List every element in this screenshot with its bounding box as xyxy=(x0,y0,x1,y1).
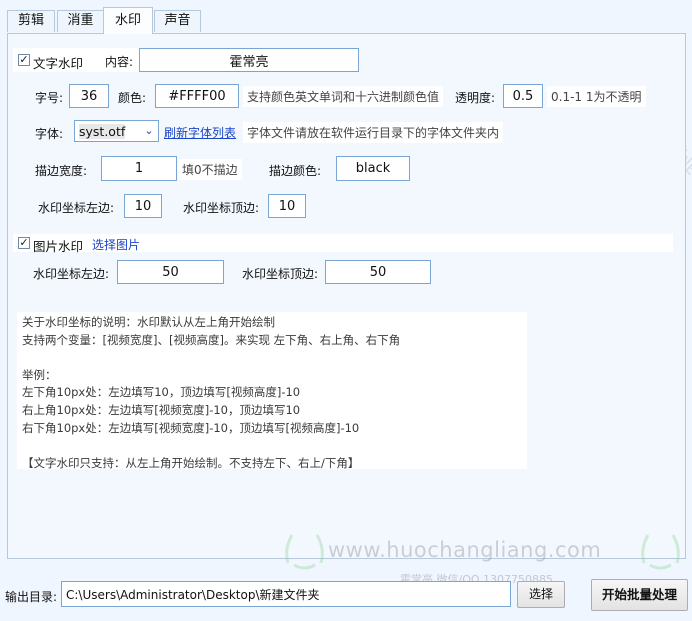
font-select[interactable]: syst.otf ⌄ xyxy=(74,120,159,142)
text-top-input[interactable] xyxy=(268,194,306,218)
help-line xyxy=(22,437,522,455)
tab-audio[interactable]: 声音 xyxy=(154,10,201,32)
output-dir-label: 输出目录: xyxy=(5,590,58,604)
font-size-input[interactable] xyxy=(69,84,109,108)
watermark-panel xyxy=(7,33,686,559)
start-batch-button[interactable]: 开始批量处理 xyxy=(591,579,688,611)
image-top-input[interactable] xyxy=(325,260,431,284)
site-watermark-text: www.huochangliang.com xyxy=(328,538,602,562)
help-line: 左下角10px处：左边填写10，顶边填写[视频高度]-10 xyxy=(22,385,301,400)
help-line: 支持两个变量：[视频宽度]、[视频高度]。来实现 左下角、右上角、右下角 xyxy=(22,332,401,347)
text-left-label: 水印坐标左边: xyxy=(38,201,115,215)
select-output-button[interactable]: 选择 xyxy=(517,581,565,608)
tab-bar: 剪辑 消重 水印 声音 xyxy=(0,0,692,34)
help-line: 右上角10px处：左边填写[视频宽度]-10，顶边填写10 xyxy=(22,402,301,417)
font-hint: 字体文件请放在软件运行目录下的字体文件夹内 xyxy=(243,122,504,143)
content-label: 内容: xyxy=(105,55,134,69)
site-watermark-logo-right xyxy=(638,529,683,571)
opacity-input[interactable] xyxy=(503,84,543,108)
stroke-width-hint: 填0不描边 xyxy=(178,159,242,180)
chevron-down-icon[interactable]: ⌄ xyxy=(142,122,156,140)
font-select-value: syst.otf xyxy=(79,124,126,139)
text-top-label: 水印坐标顶边: xyxy=(183,201,260,215)
stroke-width-input[interactable] xyxy=(101,156,177,181)
image-top-label: 水印坐标顶边: xyxy=(242,267,319,281)
image-left-label: 水印坐标左边: xyxy=(33,267,110,281)
help-line: 关于水印坐标的说明：水印默认从左上角开始绘制 xyxy=(22,315,275,329)
text-left-input[interactable] xyxy=(124,194,162,218)
font-size-label: 字号: xyxy=(35,91,64,105)
color-input[interactable] xyxy=(155,84,239,108)
text-watermark-checkbox[interactable]: ✓ xyxy=(18,54,30,66)
tab-dedup[interactable]: 消重 xyxy=(57,10,104,32)
text-watermark-label: 文字水印 xyxy=(33,56,84,71)
opacity-hint: 0.1-1 1为不透明 xyxy=(547,86,646,107)
output-dir-input[interactable] xyxy=(61,581,511,607)
content-input[interactable] xyxy=(139,48,359,72)
help-line xyxy=(22,349,522,367)
font-label: 字体: xyxy=(35,127,64,141)
coordinate-help-text: 关于水印坐标的说明：水印默认从左上角开始绘制 支持两个变量：[视频宽度]、[视频… xyxy=(17,312,527,470)
stroke-color-label: 描边颜色: xyxy=(269,164,322,178)
color-hint: 支持颜色英文单词和十六进制颜色值 xyxy=(243,86,444,107)
tab-watermark[interactable]: 水印 xyxy=(103,7,153,34)
help-line: 【文字水印只支持：从左上角开始绘制。不支持左下、右上/下角】 xyxy=(22,455,360,470)
image-left-input[interactable] xyxy=(117,260,224,284)
tab-edit[interactable]: 剪辑 xyxy=(7,10,55,32)
refresh-font-list-link[interactable]: 刷新字体列表 xyxy=(164,124,236,141)
select-image-link[interactable]: 选择图片 xyxy=(92,236,140,253)
help-line: 举例： xyxy=(22,367,57,382)
stroke-color-input[interactable] xyxy=(336,156,410,181)
image-watermark-checkbox[interactable]: ✓ xyxy=(18,237,30,249)
color-label: 颜色: xyxy=(118,91,147,105)
stroke-width-label: 描边宽度: xyxy=(35,164,88,178)
image-watermark-label: 图片水印 xyxy=(33,239,84,254)
site-watermark-logo xyxy=(282,529,327,571)
help-line: 右下角10px处：左边填写[视频宽度]-10，顶边填写[视频高度]-10 xyxy=(22,420,360,435)
opacity-label: 透明度: xyxy=(455,91,496,105)
